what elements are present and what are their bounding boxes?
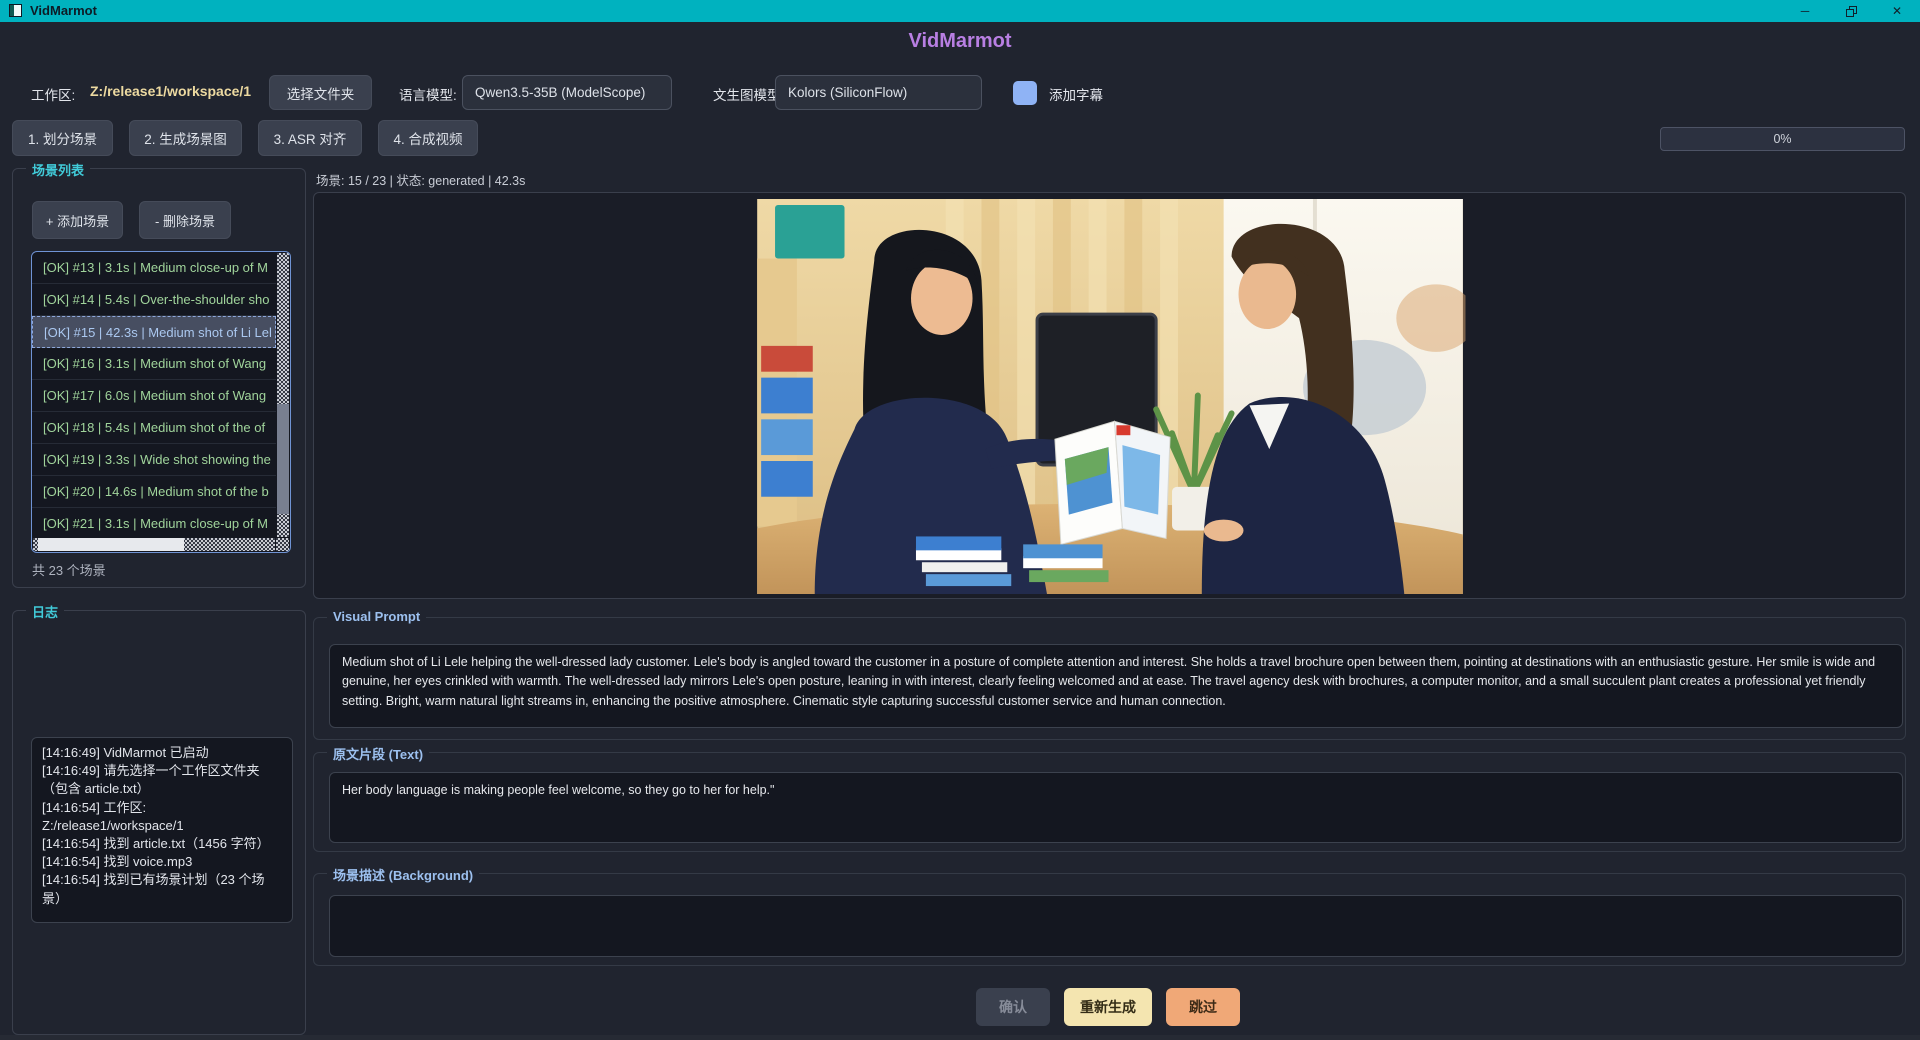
background-input[interactable] [329, 895, 1903, 957]
scene-image [754, 199, 1465, 594]
titlebar: VidMarmot ─ ✕ [0, 0, 1920, 22]
scene-item-label: [OK] #14 | 5.4s | Over-the-shoulder sho [43, 292, 269, 307]
step-generate-images-button[interactable]: 2. 生成场景图 [129, 120, 242, 156]
visual-prompt-title: Visual Prompt [327, 609, 426, 624]
skip-button[interactable]: 跳过 [1166, 988, 1240, 1026]
step-split-scenes-button[interactable]: 1. 划分场景 [12, 120, 113, 156]
scene-list-item[interactable]: [OK] #18 | 5.4s | Medium shot of the of [32, 412, 276, 444]
scene-item-label: [OK] #13 | 3.1s | Medium close-up of M [43, 260, 268, 275]
scene-list-item[interactable]: [OK] #19 | 3.3s | Wide shot showing the [32, 444, 276, 476]
t2i-label: 文生图模型: [713, 84, 784, 104]
scrollbar-corner [276, 538, 289, 551]
scene-list-item[interactable]: [OK] #14 | 5.4s | Over-the-shoulder sho [32, 284, 276, 316]
scene-listbox: [OK] #13 | 3.1s | Medium close-up of M [… [31, 251, 291, 553]
restore-button[interactable] [1828, 0, 1874, 22]
scene-list-vertical-scrollbar[interactable] [277, 253, 289, 537]
background-title: 场景描述 (Background) [327, 865, 479, 884]
scene-list-item[interactable]: [OK] #13 | 3.1s | Medium close-up of M [32, 252, 276, 284]
window-controls: ─ ✕ [1782, 0, 1920, 22]
progress-bar: 0% [1660, 127, 1905, 151]
log-title: 日志 [26, 602, 64, 621]
window-title: VidMarmot [30, 0, 97, 22]
app-window: VidMarmot ─ ✕ VidMarmot 工作区: Z:/release1… [0, 0, 1920, 1040]
llm-label: 语言模型: [399, 84, 457, 104]
scene-image-frame [313, 192, 1906, 599]
choose-folder-button[interactable]: 选择文件夹 [269, 75, 372, 110]
visual-prompt-panel: Visual Prompt Medium shot of Li Lele hel… [313, 617, 1906, 740]
scene-item-label: [OK] #15 | 42.3s | Medium shot of Li Lel [44, 325, 272, 340]
confirm-button[interactable]: 确认 [976, 988, 1050, 1026]
scene-list-item[interactable]: [OK] #21 | 3.1s | Medium close-up of M [32, 508, 276, 538]
scene-item-label: [OK] #18 | 5.4s | Medium shot of the of [43, 420, 265, 435]
minimize-icon: ─ [1801, 4, 1810, 18]
scene-list-item[interactable]: [OK] #15 | 42.3s | Medium shot of Li Lel [32, 316, 276, 348]
add-subtitle-checkbox[interactable] [1013, 81, 1037, 105]
scene-list-horizontal-scrollbar[interactable] [33, 538, 275, 551]
close-button[interactable]: ✕ [1874, 0, 1920, 22]
llm-select[interactable]: Qwen3.5-35B (ModelScope) [462, 75, 672, 110]
step-compose-video-button[interactable]: 4. 合成视频 [378, 120, 478, 156]
horizontal-scrollbar-thumb[interactable] [38, 538, 184, 551]
log-output[interactable]: [14:16:49] VidMarmot 已启动 [14:16:49] 请先选择… [31, 737, 293, 923]
scene-list-item[interactable]: [OK] #17 | 6.0s | Medium shot of Wang [32, 380, 276, 412]
scene-status: 场景: 15 / 23 | 状态: generated | 42.3s [316, 170, 525, 189]
source-text-title: 原文片段 (Text) [327, 744, 429, 763]
source-text-input[interactable]: Her body language is making people feel … [329, 772, 1903, 843]
workspace-path: Z:/release1/workspace/1 [90, 83, 251, 99]
step-asr-align-button[interactable]: 3. ASR 对齐 [258, 120, 362, 156]
close-icon: ✕ [1892, 4, 1902, 18]
source-text-panel: 原文片段 (Text) Her body language is making … [313, 752, 1906, 852]
regenerate-button[interactable]: 重新生成 [1064, 988, 1152, 1026]
scene-item-label: [OK] #21 | 3.1s | Medium close-up of M [43, 516, 268, 531]
add-subtitle-label: 添加字幕 [1049, 84, 1103, 104]
scene-item-label: [OK] #19 | 3.3s | Wide shot showing the [43, 452, 271, 467]
app-icon [9, 4, 22, 17]
scene-item-label: [OK] #20 | 14.6s | Medium shot of the b [43, 484, 269, 499]
t2i-select[interactable]: Kolors (SiliconFlow) [775, 75, 982, 110]
log-panel: 日志 [14:16:49] VidMarmot 已启动 [14:16:49] 请… [12, 610, 306, 1035]
scene-item-label: [OK] #16 | 3.1s | Medium shot of Wang [43, 356, 266, 371]
scene-count: 共 23 个场景 [32, 560, 106, 579]
workspace-label: 工作区: [31, 84, 75, 104]
visual-prompt-input[interactable]: Medium shot of Li Lele helping the well-… [329, 644, 1903, 728]
scene-list-item[interactable]: [OK] #20 | 14.6s | Medium shot of the b [32, 476, 276, 508]
scene-list: [OK] #13 | 3.1s | Medium close-up of M [… [32, 252, 276, 538]
minimize-button[interactable]: ─ [1782, 0, 1828, 22]
page-title: VidMarmot [0, 30, 1920, 53]
vertical-scrollbar-thumb[interactable] [277, 404, 289, 515]
restore-icon [1845, 5, 1858, 18]
scene-list-item[interactable]: [OK] #16 | 3.1s | Medium shot of Wang [32, 348, 276, 380]
add-scene-button[interactable]: + 添加场景 [32, 201, 123, 239]
scene-item-label: [OK] #17 | 6.0s | Medium shot of Wang [43, 388, 266, 403]
scene-list-panel: 场景列表 + 添加场景 - 删除场景 [OK] #13 | 3.1s | Med… [12, 168, 306, 588]
background-panel: 场景描述 (Background) [313, 873, 1906, 966]
bottom-strip [0, 1035, 1920, 1040]
delete-scene-button[interactable]: - 删除场景 [139, 201, 231, 239]
scene-list-title: 场景列表 [26, 160, 90, 179]
